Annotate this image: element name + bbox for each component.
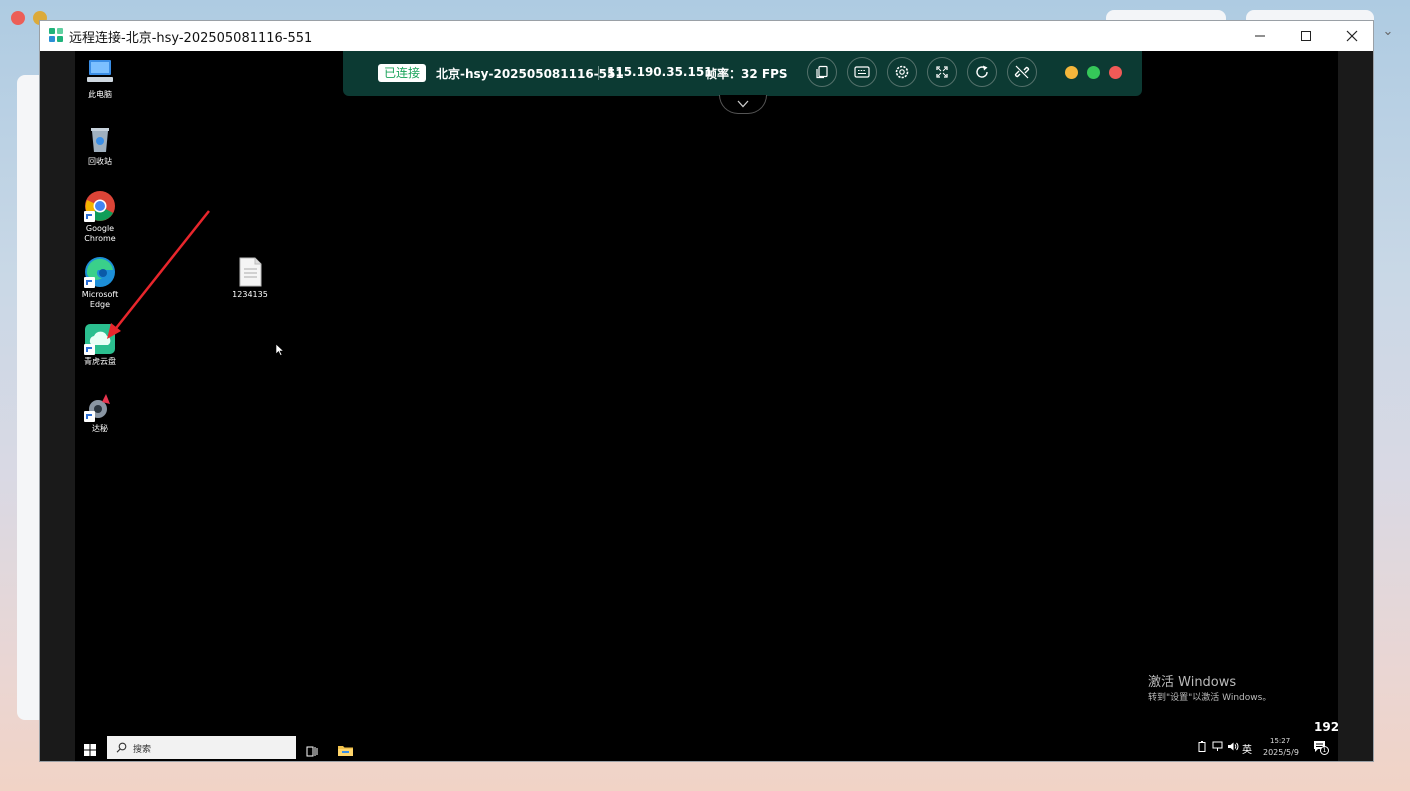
keyboard-icon (854, 66, 870, 78)
toolbar-maximize-dot[interactable] (1087, 66, 1100, 79)
left-letterbox (40, 51, 75, 761)
remote-toolbar: 已连接 北京-hsy-202505081116-551 115.190.35.1… (343, 51, 1142, 114)
taskbar-time[interactable]: 15:27 (1270, 737, 1290, 745)
disconnect-button[interactable] (1007, 57, 1037, 87)
toolbar-minimize-dot[interactable] (1065, 66, 1078, 79)
desktop-icon-dami[interactable]: 达秘 (75, 390, 126, 434)
toolbar-collapse-button[interactable] (719, 95, 767, 114)
host-ip: 115.190.35.151 (607, 65, 713, 79)
search-placeholder: 搜索 (133, 745, 152, 755)
windows-logo-icon (84, 744, 96, 756)
remote-window: 远程连接-北京-hsy-202505081116-551 此电脑 回收站 Goo… (39, 20, 1374, 762)
chevron-down-icon[interactable]: ⌄ (1376, 20, 1400, 44)
search-icon (116, 742, 127, 753)
fullscreen-button[interactable] (927, 57, 957, 87)
activation-watermark-subtitle: 转到"设置"以激活 Windows。 (1148, 693, 1272, 703)
fullscreen-icon (936, 66, 948, 78)
status-badge: 已连接 (378, 64, 427, 82)
maximize-icon (1301, 31, 1311, 41)
volume-icon[interactable] (1227, 741, 1239, 755)
toolbar-close-dot[interactable] (1109, 66, 1122, 79)
host-close-dot[interactable] (11, 11, 25, 25)
close-icon (1346, 30, 1358, 42)
start-button[interactable] (84, 741, 96, 756)
notification-center-button[interactable]: 1 (1313, 740, 1329, 757)
minimize-icon (1255, 35, 1265, 37)
keyboard-button[interactable] (847, 57, 877, 87)
host-name: 北京-hsy-202505081116-551 (436, 67, 624, 81)
ime-indicator[interactable]: 英 (1242, 741, 1252, 756)
copy-icon (816, 65, 828, 79)
taskbar-search-box[interactable]: 搜索 (107, 736, 296, 759)
desktop-icon-label: 达秘 (92, 424, 108, 433)
file-explorer-button[interactable] (338, 741, 353, 760)
windows-taskbar: 搜索 英 15:27 2025/5/9 1 (75, 734, 1338, 761)
copy-button[interactable] (807, 57, 837, 87)
window-titlebar: 远程连接-北京-hsy-202505081116-551 (40, 21, 1373, 51)
fps-readout: 帧率：32 FPS (705, 67, 788, 81)
remote-app-icon (84, 390, 116, 422)
remote-desktop[interactable]: 此电脑 回收站 Google Chrome Microsoft Edge 青虎云… (75, 51, 1338, 761)
refresh-icon (976, 65, 988, 78)
taskbar-date[interactable]: 2025/5/9 (1263, 748, 1299, 757)
window-title: 远程连接-北京-hsy-202505081116-551 (69, 31, 313, 46)
activation-watermark-title: 激活 Windows (1148, 675, 1237, 690)
gear-icon (895, 65, 909, 79)
toolbar-divider (598, 66, 599, 80)
folder-icon (338, 746, 353, 756)
battery-icon[interactable] (1198, 741, 1206, 755)
right-letterbox (1338, 51, 1373, 761)
disconnect-icon (1014, 65, 1030, 79)
mouse-cursor-icon (275, 343, 285, 356)
minimize-button[interactable] (1237, 21, 1283, 51)
task-view-icon (306, 746, 318, 757)
network-icon[interactable] (1212, 741, 1223, 755)
app-logo-icon (49, 28, 63, 42)
annotation-arrow (107, 210, 210, 339)
settings-button[interactable] (887, 57, 917, 87)
notification-count: 1 (1320, 746, 1329, 755)
close-button[interactable] (1329, 21, 1375, 51)
task-view-button[interactable] (306, 742, 318, 761)
chevron-down-icon (737, 100, 749, 108)
maximize-button[interactable] (1283, 21, 1329, 51)
refresh-button[interactable] (967, 57, 997, 87)
